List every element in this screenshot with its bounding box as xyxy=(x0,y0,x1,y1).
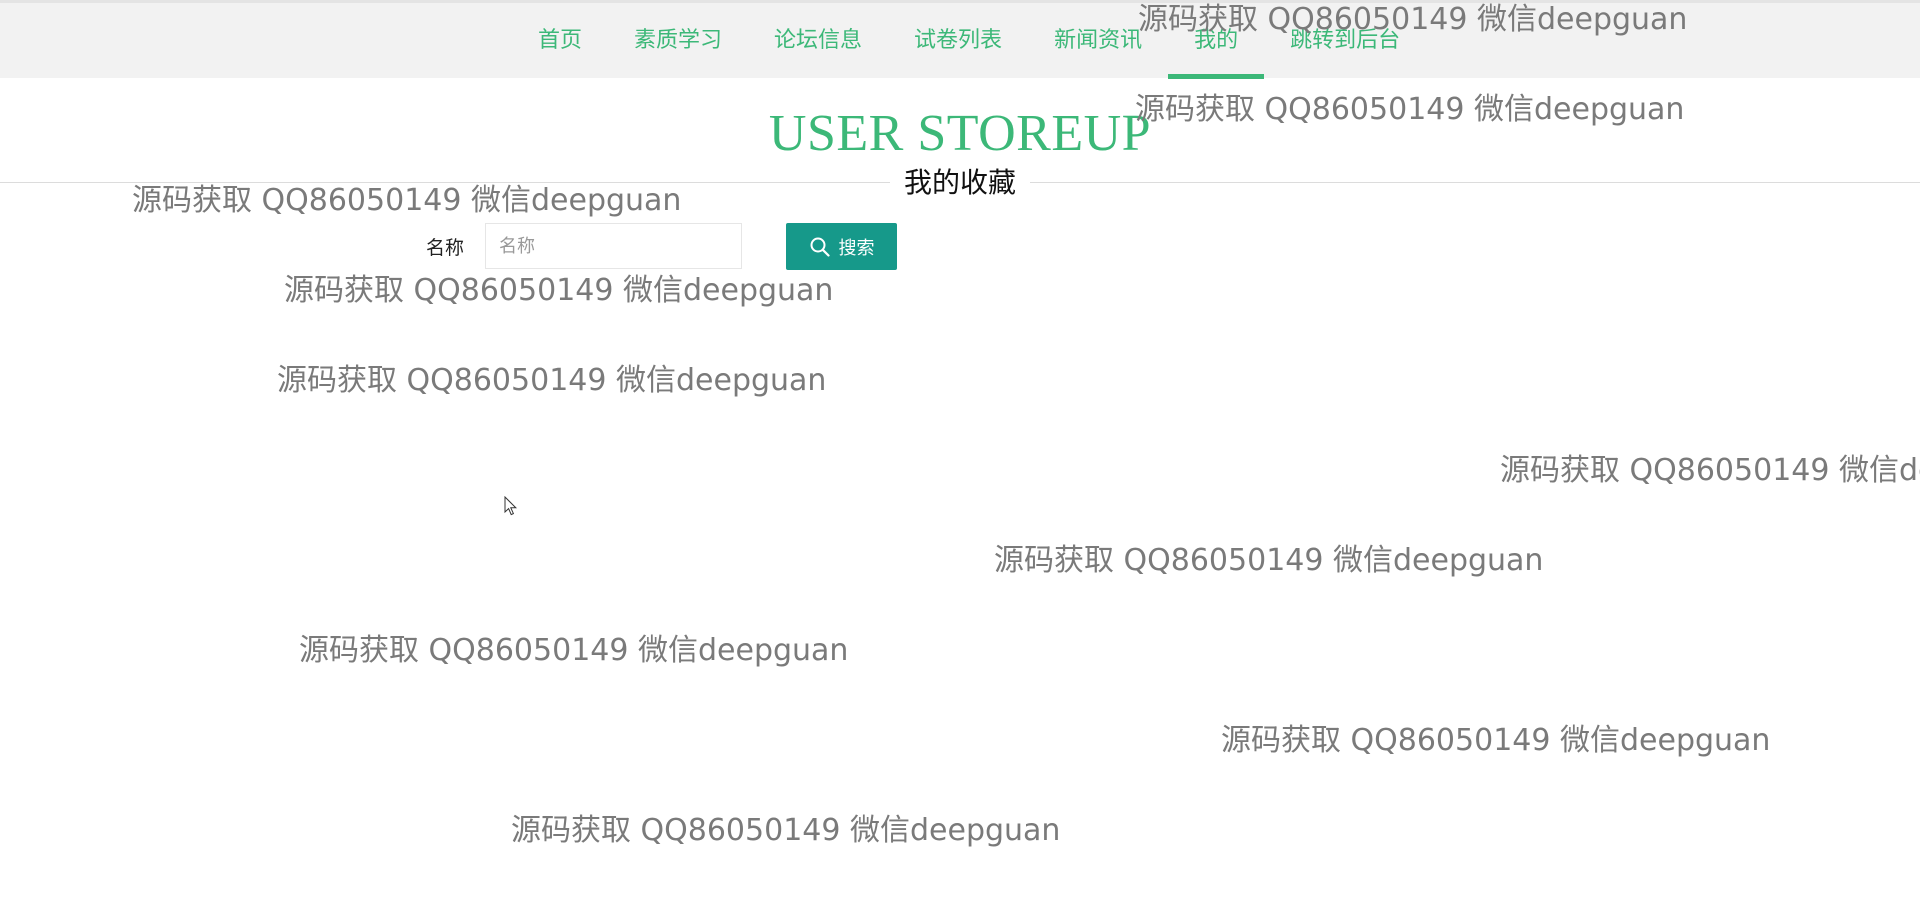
mouse-cursor-icon xyxy=(504,495,518,520)
nav-item-home[interactable]: 首页 xyxy=(512,3,608,78)
search-button[interactable]: 搜索 xyxy=(786,223,897,270)
watermark-text: 源码获取 QQ86050149 微信deepguan xyxy=(132,183,682,218)
search-name-input[interactable] xyxy=(485,223,742,269)
nav-item-go-to-admin[interactable]: 跳转到后台 xyxy=(1264,3,1426,78)
search-icon xyxy=(809,236,831,258)
search-name-label: 名称 xyxy=(426,237,465,259)
page-title: 我的收藏 xyxy=(890,165,1030,201)
search-button-label: 搜索 xyxy=(838,237,875,259)
nav-item-mine[interactable]: 我的 xyxy=(1168,3,1265,79)
watermark-text: 源码获取 QQ86050149 微信deepguan xyxy=(511,813,1061,848)
page-title-english: USER STOREUP xyxy=(768,105,1152,162)
watermark-text: 源码获取 QQ86050149 微信deepguan xyxy=(299,633,849,668)
nav-item-news[interactable]: 新闻资讯 xyxy=(1028,3,1168,78)
main-nav: 首页 素质学习 论坛信息 试卷列表 新闻资讯 我的 跳转到后台 xyxy=(512,3,1426,79)
top-navigation-bar: 首页 素质学习 论坛信息 试卷列表 新闻资讯 我的 跳转到后台 xyxy=(0,0,1920,79)
nav-item-exam-list[interactable]: 试卷列表 xyxy=(888,3,1028,78)
watermark-text: 源码获取 QQ86050149 微信deepguan xyxy=(277,363,827,398)
watermark-text: 源码获取 QQ86050149 微信deepguan xyxy=(284,273,834,308)
watermark-text: 源码获取 QQ86050149 微信deepguan xyxy=(1221,723,1771,758)
watermark-text: 源码获取 QQ86050149 微信deepguan xyxy=(1500,453,1920,488)
page: 首页 素质学习 论坛信息 试卷列表 新闻资讯 我的 跳转到后台 USER STO… xyxy=(0,0,1920,912)
nav-item-forum[interactable]: 论坛信息 xyxy=(748,3,888,78)
nav-item-quality-learning[interactable]: 素质学习 xyxy=(608,3,748,78)
watermark-text: 源码获取 QQ86050149 微信deepguan xyxy=(994,543,1544,578)
